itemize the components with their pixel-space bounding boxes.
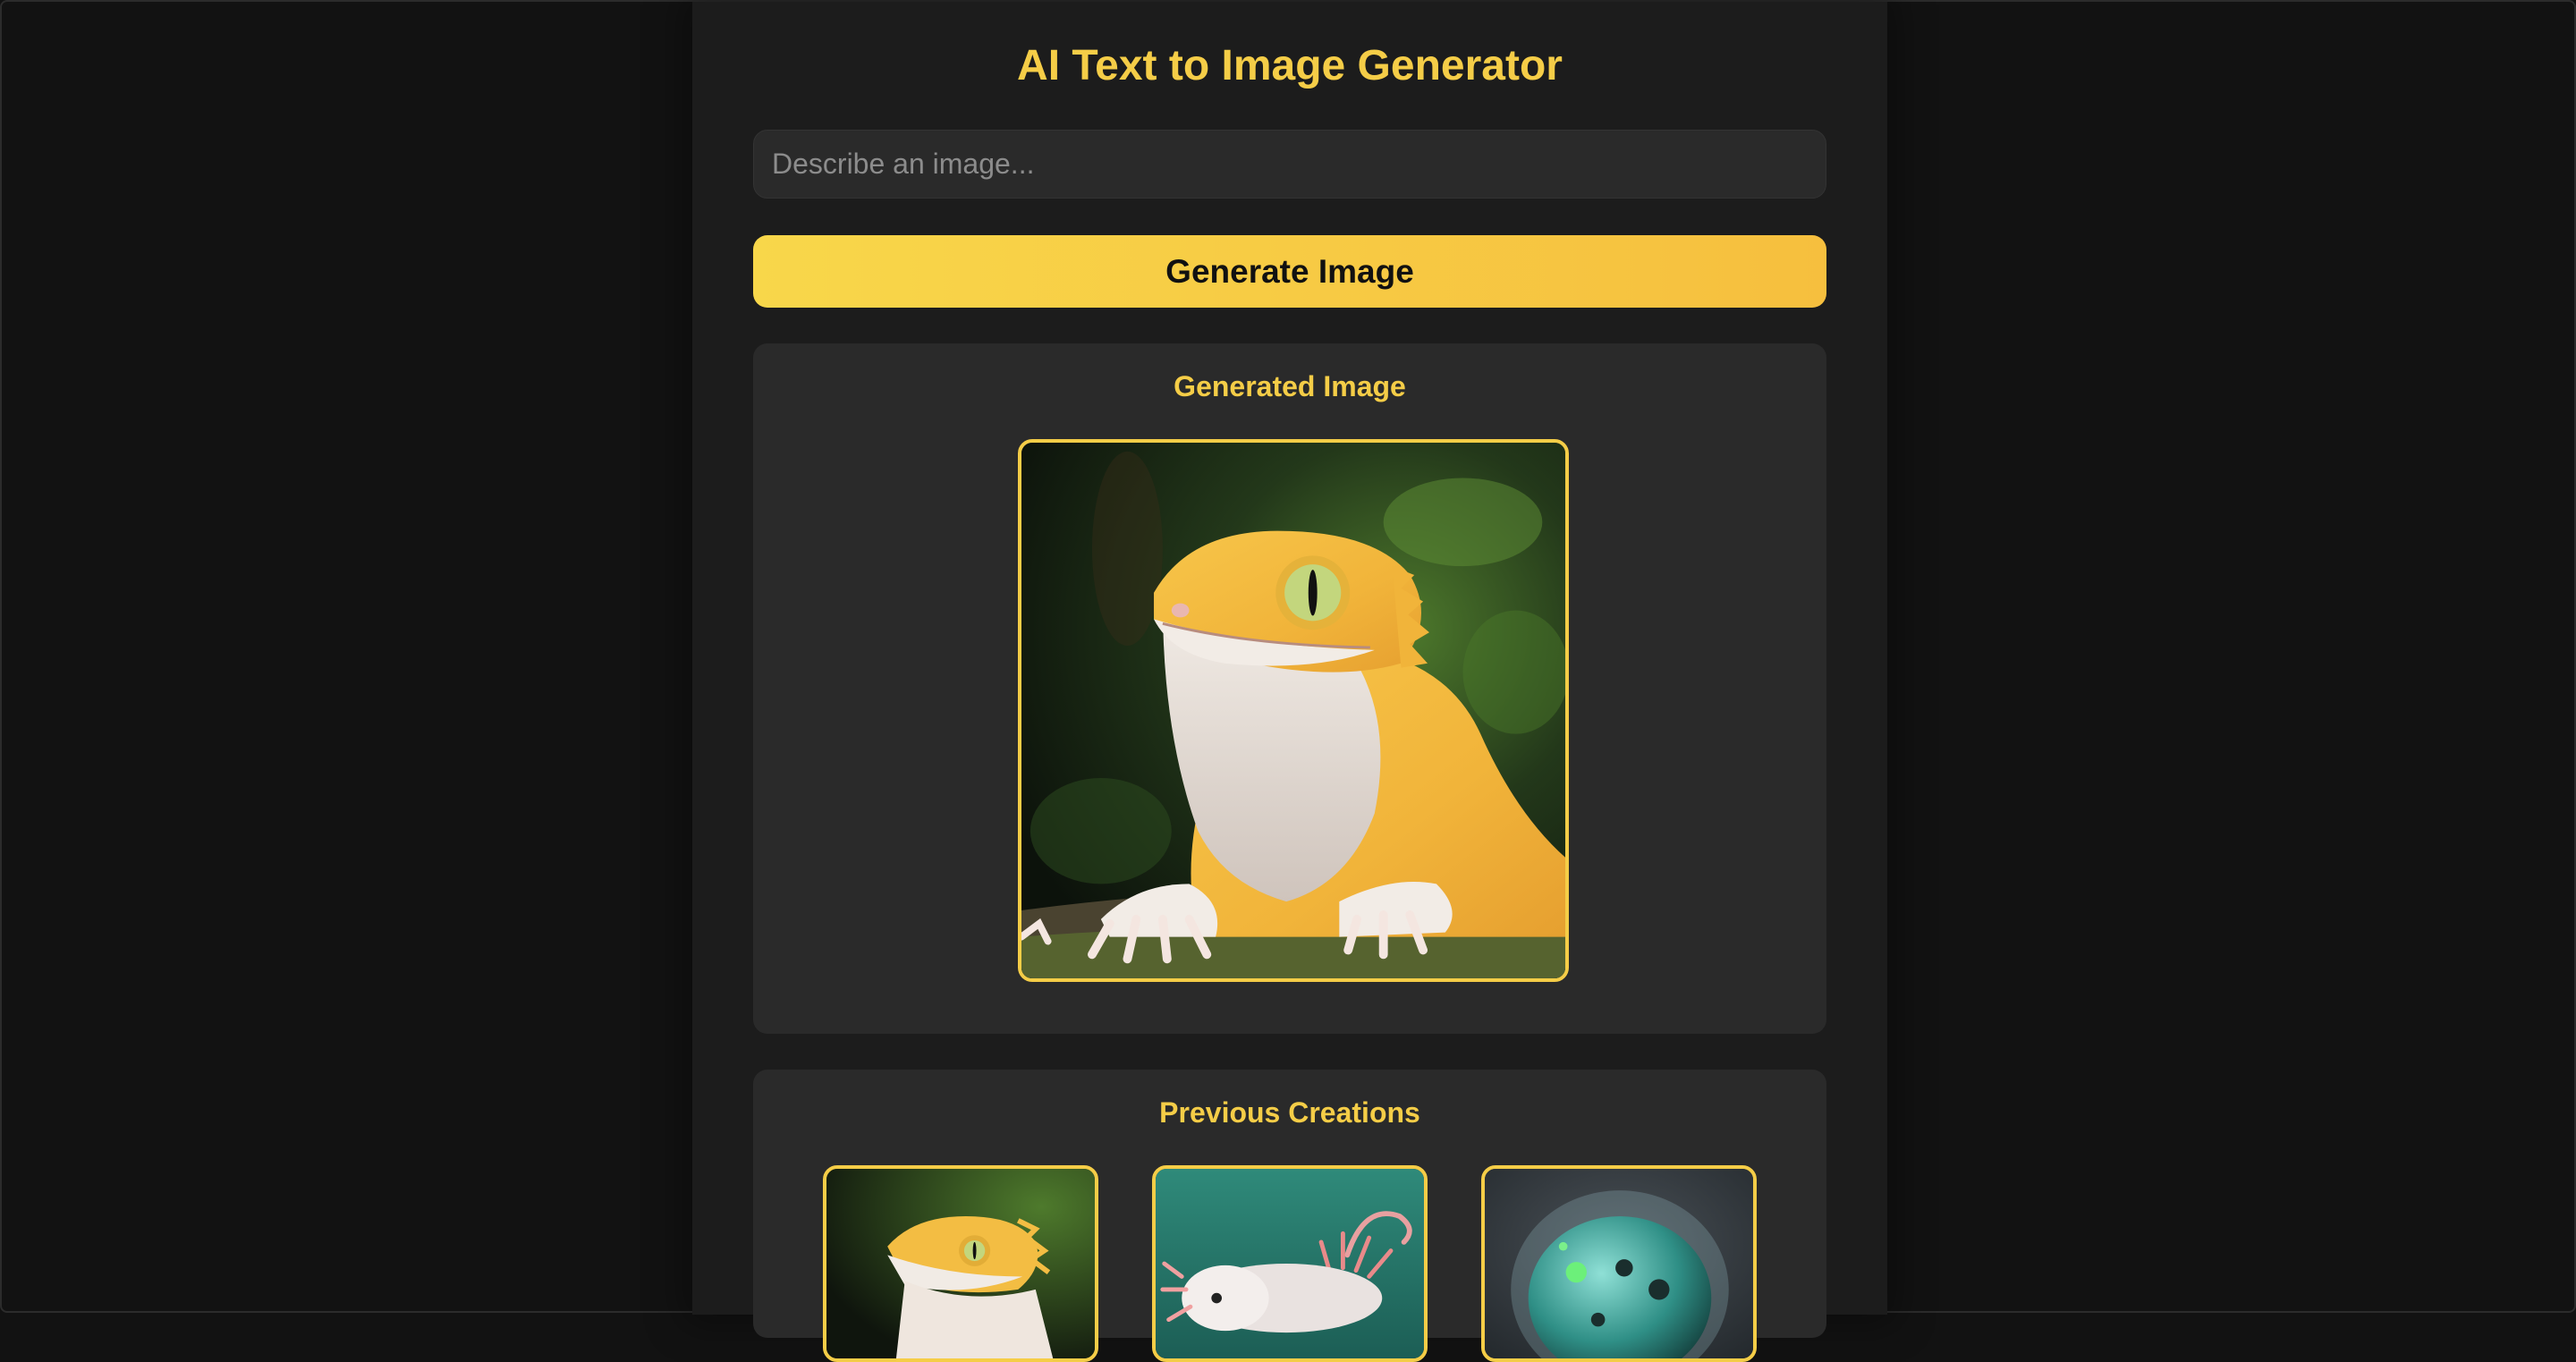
page-frame: AI Text to Image Generator Generate Imag… [0, 0, 2576, 1362]
gecko-image-art [1021, 443, 1565, 978]
generated-image[interactable] [1018, 439, 1569, 982]
app-container: AI Text to Image Generator Generate Imag… [692, 2, 1887, 1362]
prompt-input[interactable] [753, 130, 1826, 199]
jellyfish-thumbnail-art [1485, 1169, 1753, 1358]
previous-creations-panel: Previous Creations [753, 1070, 1826, 1362]
previous-creation-thumbnail[interactable] [1152, 1165, 1428, 1362]
generated-image-heading: Generated Image [1174, 370, 1406, 402]
previous-creations-heading: Previous Creations [1159, 1096, 1420, 1129]
app-title: AI Text to Image Generator [1017, 42, 1563, 89]
generated-image-panel: Generated Image [753, 343, 1826, 1034]
previous-creation-thumbnail[interactable] [1481, 1165, 1757, 1362]
previous-creation-thumbnail[interactable] [823, 1165, 1098, 1362]
generate-image-button[interactable]: Generate Image [753, 235, 1826, 308]
axolotl-thumbnail-art [1156, 1169, 1424, 1358]
gecko-thumbnail-art [826, 1169, 1095, 1358]
